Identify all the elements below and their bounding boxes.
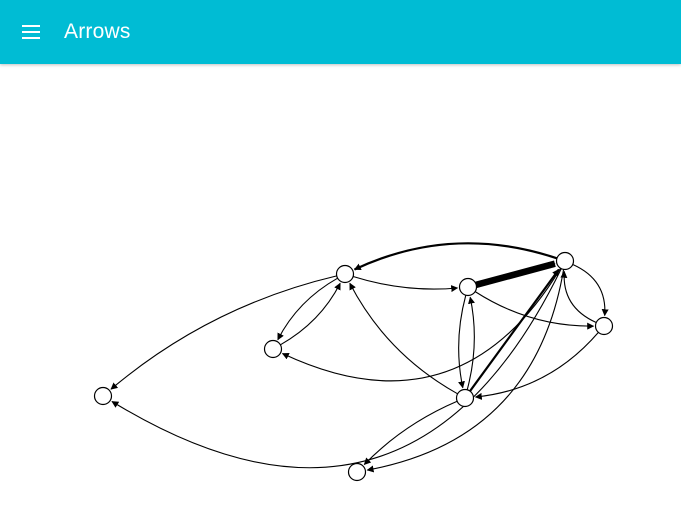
- graph-node-d[interactable]: [458, 277, 478, 297]
- graph-canvas[interactable]: [0, 64, 681, 524]
- edge-g-to-c[interactable]: [349, 282, 458, 395]
- edge-f-to-e[interactable]: [560, 270, 597, 324]
- edge-f-to-g[interactable]: [474, 332, 599, 400]
- edge-b-to-c[interactable]: [280, 282, 341, 346]
- graph-node-h[interactable]: [347, 462, 367, 482]
- edge-g-to-h[interactable]: [363, 400, 458, 466]
- edge-e-to-h[interactable]: [366, 269, 565, 473]
- edge-e-to-f[interactable]: [572, 263, 609, 317]
- nodes-layer: [93, 251, 614, 482]
- edge-e-to-c[interactable]: [353, 242, 558, 271]
- graph-node-f[interactable]: [594, 316, 614, 336]
- edges-layer: [110, 242, 609, 473]
- edge-g-to-e[interactable]: [469, 268, 560, 392]
- edge-c-to-b[interactable]: [277, 277, 338, 341]
- edge-e-to-a[interactable]: [111, 268, 562, 469]
- edge-c-to-a[interactable]: [110, 275, 337, 390]
- graph-node-b[interactable]: [263, 339, 283, 359]
- graph-node-c[interactable]: [335, 264, 355, 284]
- edge-d-to-g[interactable]: [458, 295, 467, 389]
- edge-g-to-d[interactable]: [466, 296, 475, 390]
- graph-node-a[interactable]: [93, 386, 113, 406]
- graph-node-g[interactable]: [455, 388, 475, 408]
- graph-svg[interactable]: [0, 0, 681, 524]
- edge-c-to-d[interactable]: [352, 275, 459, 293]
- graph-node-e[interactable]: [555, 251, 575, 271]
- edge-d-to-e[interactable]: [475, 260, 556, 288]
